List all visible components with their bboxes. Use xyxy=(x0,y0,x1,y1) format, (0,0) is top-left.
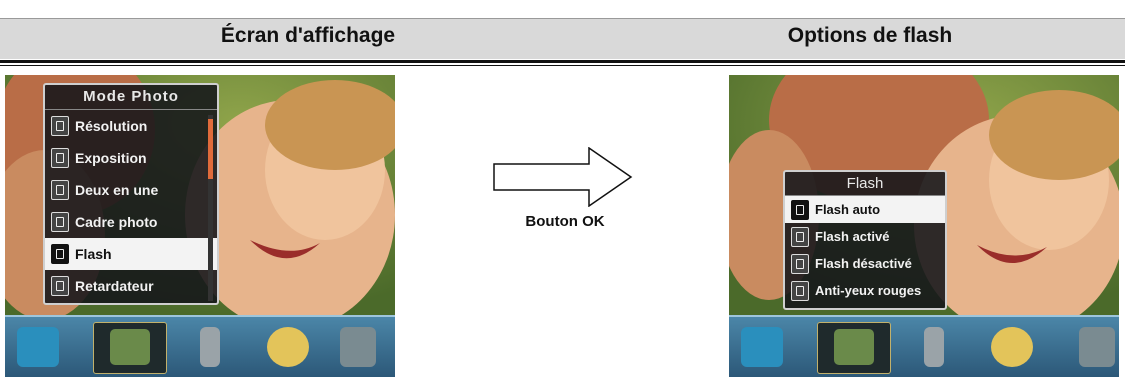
menu-item[interactable]: Retardateur xyxy=(45,270,217,302)
screen-display-left: Mode Photo Résolution Exposition Deux en u… xyxy=(5,75,395,380)
tools-icon[interactable] xyxy=(1079,327,1115,367)
menu-item[interactable]: Flash auto xyxy=(785,196,945,223)
tools-icon[interactable] xyxy=(340,327,376,367)
menu-item-label: Flash activé xyxy=(815,229,890,244)
header-rule-thick xyxy=(0,60,1125,63)
menu-item[interactable]: Deux en une xyxy=(45,174,217,206)
menu-item-label: Exposition xyxy=(75,150,147,166)
flash-off-icon xyxy=(791,253,809,274)
menu-item-label: Flash xyxy=(75,246,112,262)
menu-scrollbar[interactable] xyxy=(208,115,213,301)
menu-item[interactable]: Anti-yeux rouges xyxy=(785,277,945,304)
mode-toolbar xyxy=(729,315,1119,377)
flash-icon xyxy=(51,244,69,264)
camera-mode-selected[interactable] xyxy=(93,322,167,374)
flash-options-menu: Flash Flash auto Flash activé Flash désact… xyxy=(783,170,947,310)
menu-item[interactable]: Flash activé xyxy=(785,223,945,250)
menu-item-label: Cadre photo xyxy=(75,214,158,230)
photo-mode-menu: Mode Photo Résolution Exposition Deux en u… xyxy=(43,83,219,305)
ok-button-label: Bouton OK xyxy=(525,213,605,230)
camera-mode-selected[interactable] xyxy=(817,322,891,374)
menu-item[interactable]: Exposition xyxy=(45,142,217,174)
menu-item[interactable]: Cadre photo xyxy=(45,206,217,238)
camera-mode-icon xyxy=(110,329,150,365)
menu-item-label: Flash désactivé xyxy=(815,256,912,271)
mode-toolbar xyxy=(5,315,395,377)
palette-icon[interactable] xyxy=(991,327,1033,367)
exposure-icon xyxy=(51,148,69,168)
menu-item-label: Flash auto xyxy=(815,202,881,217)
video-mode-icon[interactable] xyxy=(741,327,783,367)
photo-frame-icon xyxy=(51,212,69,232)
video-mode-icon[interactable] xyxy=(17,327,59,367)
menu-item[interactable]: Résolution xyxy=(45,110,217,142)
screen-flash-options: Flash Flash auto Flash activé Flash désact… xyxy=(729,75,1119,380)
menu-item-label: Retardateur xyxy=(75,278,154,294)
microphone-icon[interactable] xyxy=(200,327,220,367)
right-column-title: Options de flash xyxy=(787,24,953,47)
header-rule-thin xyxy=(0,65,1125,66)
two-in-one-icon xyxy=(51,180,69,200)
menu-item-label: Anti-yeux rouges xyxy=(815,283,922,298)
arrow-right-icon xyxy=(493,147,633,207)
menu-title: Flash xyxy=(785,172,945,196)
red-eye-icon xyxy=(791,280,809,301)
menu-item[interactable]: Flash désactivé xyxy=(785,250,945,277)
microphone-icon[interactable] xyxy=(924,327,944,367)
self-timer-icon xyxy=(51,276,69,296)
flash-auto-icon xyxy=(791,199,809,220)
palette-icon[interactable] xyxy=(267,327,309,367)
menu-item[interactable]: Flash xyxy=(45,238,217,270)
scroll-thumb[interactable] xyxy=(208,119,213,179)
menu-title: Mode Photo xyxy=(45,85,217,110)
menu-item-label: Résolution xyxy=(75,118,148,134)
left-column-title: Écran d'affichage xyxy=(220,24,396,47)
camera-mode-icon xyxy=(834,329,874,365)
menu-item-label: Deux en une xyxy=(75,182,159,198)
flash-on-icon xyxy=(791,226,809,247)
resolution-icon xyxy=(51,116,69,136)
